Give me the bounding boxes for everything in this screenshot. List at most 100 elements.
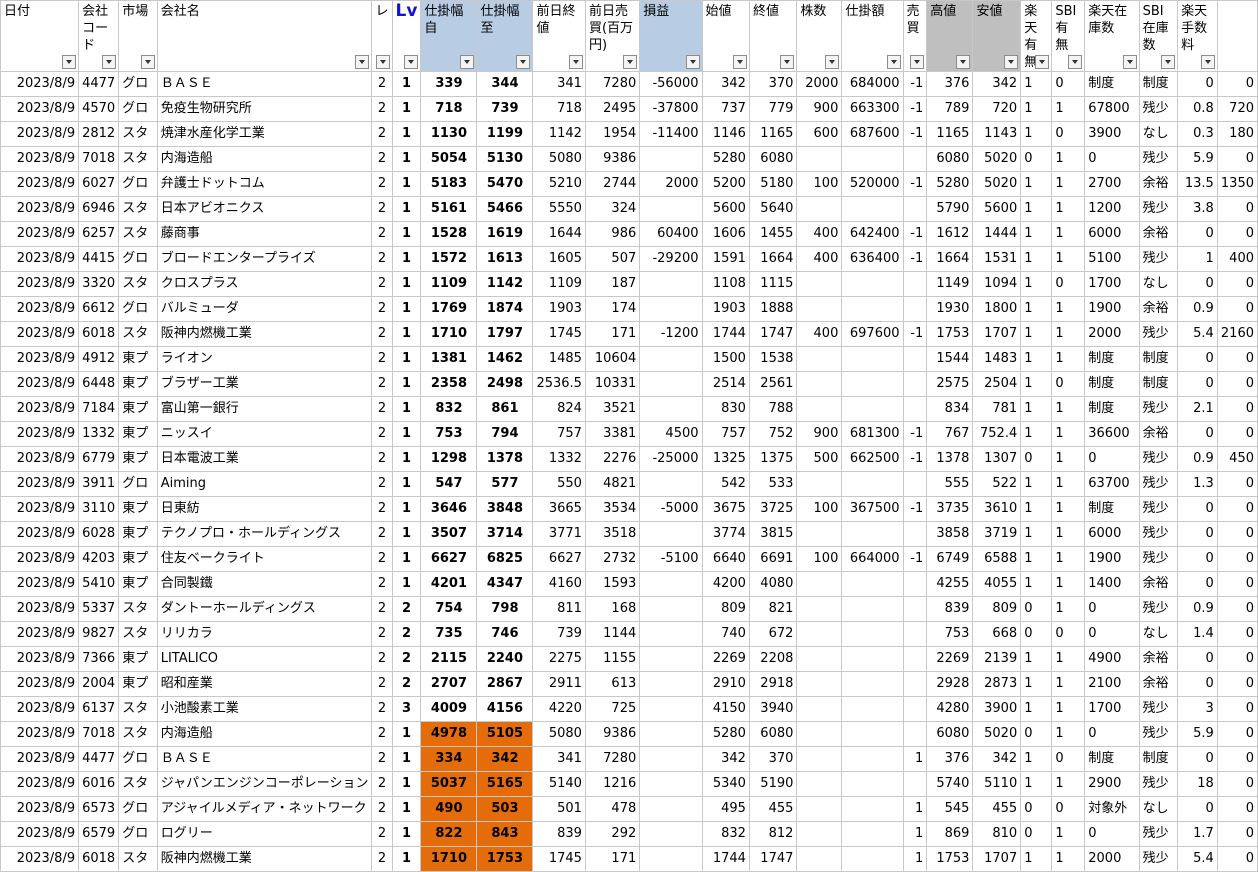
cell-buy-sell[interactable] <box>902 346 928 372</box>
cell-rakuten-fee[interactable]: 3 <box>1177 696 1218 722</box>
cell-fee-amount[interactable]: 0 <box>1216 821 1258 847</box>
cell-rakuten-stock[interactable]: 2100 <box>1084 671 1140 697</box>
cell-low[interactable]: 3900 <box>972 696 1022 722</box>
cell-low[interactable]: 810 <box>972 821 1022 847</box>
cell-market[interactable]: 東プ <box>118 371 158 397</box>
filter-dropdown-icon[interactable] <box>460 55 475 69</box>
cell-company-name[interactable]: ニッスイ <box>156 421 373 447</box>
cell-re[interactable]: 2 <box>371 146 393 172</box>
cell-range-from[interactable]: 1130 <box>420 121 478 147</box>
filter-dropdown-icon[interactable] <box>404 55 419 69</box>
cell-range-from[interactable]: 1710 <box>420 321 478 347</box>
cell-low[interactable]: 2504 <box>972 371 1022 397</box>
cell-low[interactable]: 1707 <box>972 321 1022 347</box>
cell-profit-loss[interactable] <box>639 821 703 847</box>
cell-prev-volume[interactable]: 1155 <box>584 646 641 672</box>
cell-position-amount[interactable]: 697600 <box>841 321 904 347</box>
cell-fee-amount[interactable]: 720 <box>1216 96 1258 122</box>
cell-company-code[interactable]: 3110 <box>78 496 120 522</box>
cell-prev-close[interactable]: 2536.5 <box>532 371 586 397</box>
cell-open[interactable]: 1744 <box>701 321 750 347</box>
cell-rakuten-stock[interactable]: 4900 <box>1084 646 1140 672</box>
cell-fee-amount[interactable]: 0 <box>1216 396 1258 422</box>
cell-sbi-available[interactable]: 1 <box>1051 646 1086 672</box>
cell-re[interactable]: 2 <box>371 296 393 322</box>
cell-sbi-stock[interactable]: 残少 <box>1138 846 1179 872</box>
column-header-high[interactable]: 高値 <box>926 0 974 72</box>
cell-close[interactable]: 3725 <box>748 496 798 522</box>
cell-lv[interactable]: 1 <box>391 71 422 97</box>
cell-open[interactable]: 3675 <box>701 496 750 522</box>
cell-high[interactable]: 1165 <box>926 121 974 147</box>
cell-fee-amount[interactable]: 0 <box>1216 471 1258 497</box>
cell-shares[interactable] <box>796 146 843 172</box>
cell-close[interactable]: 1375 <box>748 446 798 472</box>
cell-rakuten-fee[interactable]: 1.4 <box>1177 621 1218 647</box>
cell-rakuten-available[interactable]: 1 <box>1020 746 1053 772</box>
cell-re[interactable]: 2 <box>371 196 393 222</box>
cell-low[interactable]: 5020 <box>972 721 1022 747</box>
filter-dropdown-icon[interactable] <box>1035 55 1050 69</box>
cell-open[interactable]: 2514 <box>701 371 750 397</box>
cell-date[interactable]: 2023/8/9 <box>0 471 80 497</box>
cell-rakuten-fee[interactable]: 0 <box>1177 571 1218 597</box>
cell-rakuten-fee[interactable]: 1 <box>1177 246 1218 272</box>
cell-high[interactable]: 1753 <box>926 846 974 872</box>
cell-date[interactable]: 2023/8/9 <box>0 621 80 647</box>
cell-market[interactable]: スタ <box>118 596 158 622</box>
cell-date[interactable]: 2023/8/9 <box>0 446 80 472</box>
cell-sbi-stock[interactable]: なし <box>1138 121 1179 147</box>
cell-rakuten-available[interactable]: 1 <box>1020 571 1053 597</box>
cell-low[interactable]: 1707 <box>972 846 1022 872</box>
cell-market[interactable]: 東プ <box>118 346 158 372</box>
cell-re[interactable]: 2 <box>371 596 393 622</box>
cell-prev-close[interactable]: 824 <box>532 396 586 422</box>
cell-rakuten-stock[interactable]: 5100 <box>1084 246 1140 272</box>
cell-low[interactable]: 720 <box>972 96 1022 122</box>
column-header-sbi-available[interactable]: SBI有無 <box>1051 0 1086 72</box>
cell-rakuten-fee[interactable]: 0 <box>1177 221 1218 247</box>
filter-dropdown-icon[interactable] <box>375 55 390 69</box>
cell-profit-loss[interactable] <box>639 196 703 222</box>
column-header-prev-volume[interactable]: 前日売買(百万円) <box>584 0 641 72</box>
cell-fee-amount[interactable]: 0 <box>1216 671 1258 697</box>
cell-buy-sell[interactable] <box>902 596 928 622</box>
cell-shares[interactable] <box>796 271 843 297</box>
cell-prev-volume[interactable]: 292 <box>584 821 641 847</box>
cell-date[interactable]: 2023/8/9 <box>0 821 80 847</box>
cell-shares[interactable] <box>796 846 843 872</box>
cell-profit-loss[interactable] <box>639 346 703 372</box>
cell-prev-close[interactable]: 5080 <box>532 146 586 172</box>
filter-dropdown-icon[interactable] <box>102 55 117 69</box>
cell-shares[interactable] <box>796 671 843 697</box>
cell-buy-sell[interactable]: 1 <box>902 796 928 822</box>
cell-position-amount[interactable] <box>841 696 904 722</box>
cell-open[interactable]: 1325 <box>701 446 750 472</box>
cell-company-code[interactable]: 6016 <box>78 771 120 797</box>
cell-range-from[interactable]: 1298 <box>420 446 478 472</box>
cell-low[interactable]: 5020 <box>972 146 1022 172</box>
cell-rakuten-fee[interactable]: 13.5 <box>1177 171 1218 197</box>
cell-market[interactable]: グロ <box>118 746 158 772</box>
cell-range-from[interactable]: 1769 <box>420 296 478 322</box>
cell-date[interactable]: 2023/8/9 <box>0 646 80 672</box>
cell-position-amount[interactable] <box>841 671 904 697</box>
cell-rakuten-available[interactable]: 0 <box>1020 446 1053 472</box>
cell-sbi-available[interactable]: 0 <box>1051 371 1086 397</box>
cell-re[interactable]: 2 <box>371 171 393 197</box>
cell-sbi-stock[interactable]: 残少 <box>1138 96 1179 122</box>
cell-profit-loss[interactable] <box>639 471 703 497</box>
cell-company-name[interactable]: 焼津水産化学工業 <box>156 121 373 147</box>
cell-open[interactable]: 6640 <box>701 546 750 572</box>
cell-sbi-stock[interactable]: 残少 <box>1138 521 1179 547</box>
cell-sbi-stock[interactable]: 制度 <box>1138 371 1179 397</box>
cell-rakuten-available[interactable]: 1 <box>1020 646 1053 672</box>
cell-fee-amount[interactable]: 0 <box>1216 421 1258 447</box>
column-header-company-name[interactable]: 会社名 <box>156 0 373 72</box>
cell-range-to[interactable]: 4347 <box>476 571 534 597</box>
cell-market[interactable]: スタ <box>118 196 158 222</box>
cell-sbi-available[interactable]: 1 <box>1051 96 1086 122</box>
cell-rakuten-fee[interactable]: 0 <box>1177 346 1218 372</box>
cell-rakuten-stock[interactable]: 3900 <box>1084 121 1140 147</box>
cell-lv[interactable]: 1 <box>391 746 422 772</box>
